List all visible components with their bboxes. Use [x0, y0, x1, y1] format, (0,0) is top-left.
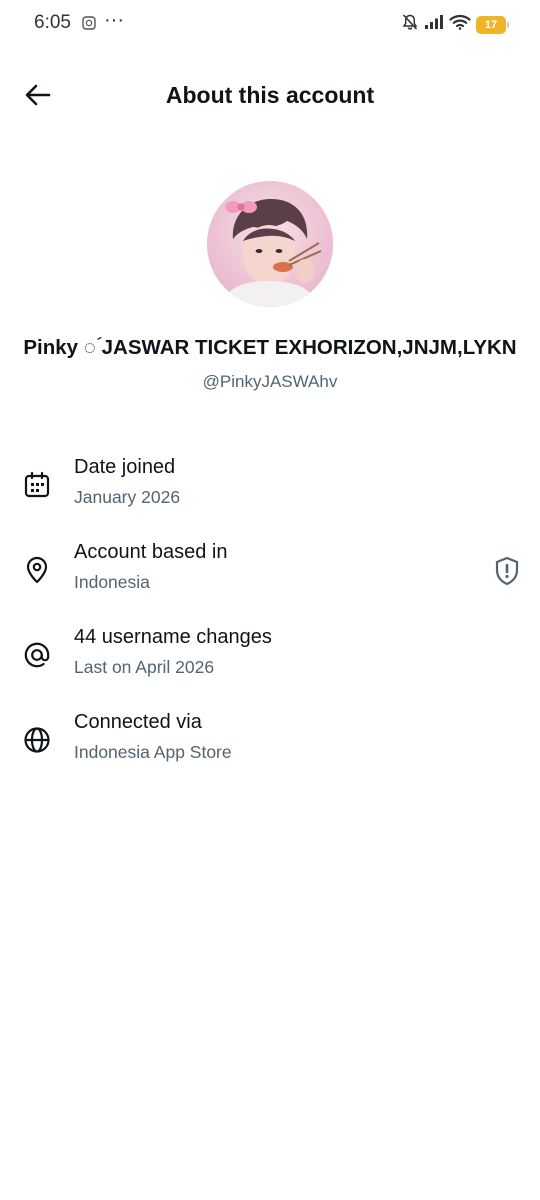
shield-alert-icon[interactable]	[492, 555, 522, 587]
app-notification-icon	[82, 16, 96, 35]
display-name: Pinky ◌ؘ JASWAR TICKET EXHORIZON,JNJM,LY…	[23, 336, 517, 359]
battery-level: 17	[484, 18, 498, 31]
account-based-in-row: Account based in Indonesia	[0, 541, 540, 611]
username-handle: @PinkyJASWAhv	[202, 372, 338, 391]
battery-icon: 17	[476, 15, 509, 34]
calendar-icon	[22, 470, 52, 500]
connected-via-value: Indonesia App Store	[74, 742, 232, 762]
status-time: 6:05	[34, 12, 71, 33]
globe-icon	[22, 725, 52, 755]
username-changes-label: 44 username changes	[74, 626, 272, 648]
bell-muted-icon	[401, 13, 419, 36]
signal-icon	[424, 14, 444, 35]
date-joined-label: Date joined	[74, 456, 176, 478]
wifi-icon	[449, 14, 471, 35]
connected-via-label: Connected via	[74, 711, 202, 733]
date-joined-row: Date joined January 2026	[0, 456, 540, 526]
avatar[interactable]	[207, 181, 333, 307]
connected-via-row: Connected via Indonesia App Store	[0, 711, 540, 781]
account-based-in-label: Account based in	[74, 541, 228, 563]
location-pin-icon	[22, 555, 52, 585]
username-changes-row: 44 username changes Last on April 2026	[0, 626, 540, 696]
status-icons: 17	[401, 13, 509, 36]
header: About this account	[0, 66, 540, 126]
date-joined-value: January 2026	[74, 487, 181, 507]
status-bar: 6:05 ··· 17	[0, 0, 540, 48]
at-sign-icon	[22, 640, 52, 670]
account-based-in-value: Indonesia	[74, 572, 150, 592]
more-notifications-dots: ···	[104, 9, 124, 31]
page-title: About this account	[165, 82, 375, 108]
username-changes-value: Last on April 2026	[74, 657, 215, 677]
